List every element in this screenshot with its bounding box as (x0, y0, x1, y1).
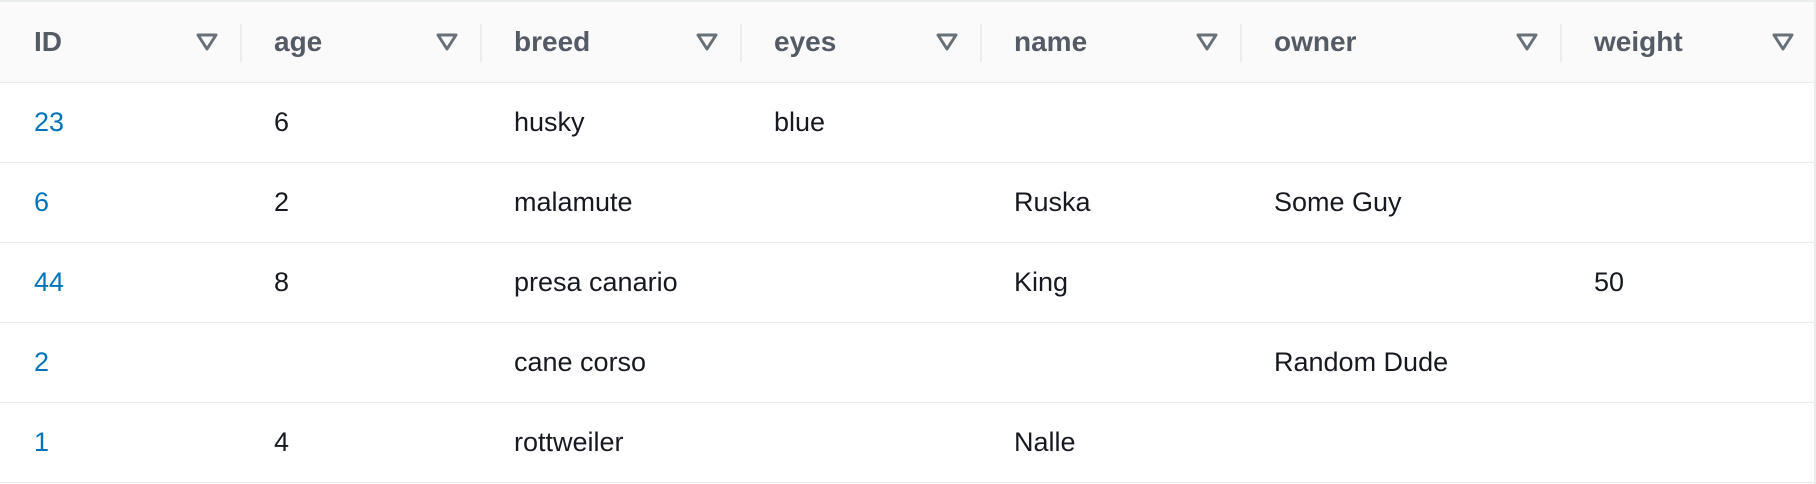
column-header-owner[interactable]: owner (1240, 2, 1560, 82)
cell-weight: 50 (1594, 267, 1625, 297)
cell-name (980, 323, 1240, 402)
cell-breed: rottweiler (514, 427, 624, 457)
cell-age: 4 (274, 427, 290, 457)
cell-weight (1560, 403, 1816, 482)
id-link[interactable]: 2 (34, 347, 49, 378)
cell-name: Nalle (1014, 427, 1076, 457)
column-header-label: owner (1274, 26, 1357, 57)
table-row: 1 4 rottweiler Nalle (0, 403, 1816, 483)
column-header-age[interactable]: age (240, 2, 480, 82)
cell-breed: husky (514, 107, 585, 137)
cell-owner (1240, 83, 1560, 162)
cell-age: 8 (274, 267, 290, 297)
cell-age: 6 (274, 107, 290, 137)
cell-owner (1240, 243, 1560, 322)
cell-weight (1560, 163, 1816, 242)
cell-id[interactable]: 23 (0, 83, 240, 162)
cell-age: 2 (274, 187, 290, 217)
column-header-label: weight (1594, 26, 1683, 57)
cell-weight (1560, 83, 1816, 162)
cell-owner: Random Dude (1274, 347, 1449, 377)
cell-name (980, 83, 1240, 162)
id-link[interactable]: 44 (34, 267, 64, 298)
table-row: 6 2 malamute Ruska Some Guy (0, 163, 1816, 243)
cell-eyes (740, 403, 980, 482)
sort-down-triangle-icon[interactable] (1516, 33, 1538, 51)
id-link[interactable]: 1 (34, 427, 49, 458)
id-link[interactable]: 6 (34, 187, 49, 218)
sort-down-triangle-icon[interactable] (1196, 33, 1218, 51)
cell-breed: presa canario (514, 267, 678, 297)
cell-id[interactable]: 44 (0, 243, 240, 322)
cell-weight (1560, 323, 1816, 402)
table-row: 2 cane corso Random Dude (0, 323, 1816, 403)
column-header-label: age (274, 26, 323, 57)
cell-eyes (740, 163, 980, 242)
column-header-weight[interactable]: weight (1560, 2, 1816, 82)
column-header-label: eyes (774, 26, 837, 57)
table-row: 23 6 husky blue (0, 83, 1816, 163)
items-table: ID age breed eyes name owner weight 23 6… (0, 0, 1816, 484)
sort-down-triangle-icon[interactable] (1772, 33, 1794, 51)
cell-name: Ruska (1014, 187, 1091, 217)
cell-owner: Some Guy (1274, 187, 1402, 217)
sort-down-triangle-icon[interactable] (696, 33, 718, 51)
cell-name: King (1014, 267, 1069, 297)
column-header-label: name (1014, 26, 1088, 57)
table-row: 44 8 presa canario King 50 (0, 243, 1816, 323)
cell-breed: cane corso (514, 347, 647, 377)
cell-breed: malamute (514, 187, 633, 217)
column-header-label: breed (514, 26, 591, 57)
cell-owner (1240, 403, 1560, 482)
column-header-eyes[interactable]: eyes (740, 2, 980, 82)
cell-eyes (740, 243, 980, 322)
column-header-breed[interactable]: breed (480, 2, 740, 82)
sort-down-triangle-icon[interactable] (436, 33, 458, 51)
sort-down-triangle-icon[interactable] (196, 33, 218, 51)
cell-eyes: blue (774, 107, 826, 137)
column-header-name[interactable]: name (980, 2, 1240, 82)
sort-down-triangle-icon[interactable] (936, 33, 958, 51)
column-header-id[interactable]: ID (0, 2, 240, 82)
cell-id[interactable]: 6 (0, 163, 240, 242)
cell-age (240, 323, 480, 402)
id-link[interactable]: 23 (34, 107, 64, 138)
cell-eyes (740, 323, 980, 402)
table-header-row: ID age breed eyes name owner weight (0, 2, 1816, 83)
column-header-label: ID (34, 26, 62, 57)
cell-id[interactable]: 1 (0, 403, 240, 482)
cell-id[interactable]: 2 (0, 323, 240, 402)
